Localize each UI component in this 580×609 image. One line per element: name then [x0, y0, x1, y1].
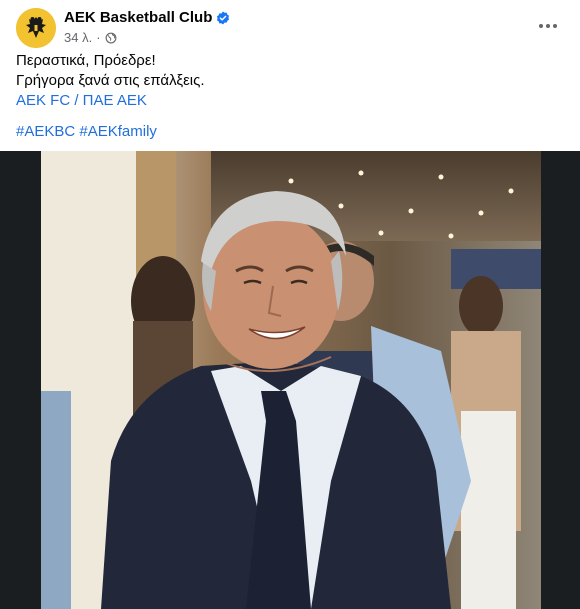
more-options-button[interactable] [532, 12, 564, 40]
post-timestamp[interactable]: 34 λ. [64, 30, 92, 45]
meta-separator: · [96, 30, 101, 45]
hashtag-link[interactable]: #AEKfamily [79, 123, 157, 140]
page-name[interactable]: AEK Basketball Club [64, 9, 212, 26]
photo-illustration [41, 151, 541, 609]
aek-logo-icon [16, 8, 56, 48]
facebook-post: AEK Basketball Club 34 λ. · Περαστικά, Π… [0, 0, 580, 609]
page-name-row: AEK Basketball Club [64, 9, 230, 26]
more-options-icon [539, 24, 557, 28]
hashtag-row: #AEKBC #AEKfamily [16, 122, 157, 142]
post-header: AEK Basketball Club 34 λ. · [16, 8, 564, 48]
page-avatar[interactable] [16, 8, 56, 48]
verified-badge-icon [217, 11, 230, 24]
hashtag-link[interactable]: #AEKBC [16, 123, 75, 140]
post-text: Περαστικά, Πρόεδρε! Γρήγορα ξανά στις επ… [16, 51, 564, 111]
post-meta: 34 λ. · [64, 30, 117, 45]
post-text-line: Γρήγορα ξανά στις επάλξεις. [16, 72, 205, 89]
post-photo[interactable] [41, 151, 541, 609]
post-media[interactable] [0, 151, 580, 609]
page-mention-link[interactable]: AEK FC / ΠΑΕ ΑΕΚ [16, 91, 564, 111]
globe-icon [105, 32, 116, 43]
post-text-line: Περαστικά, Πρόεδρε! [16, 52, 156, 69]
